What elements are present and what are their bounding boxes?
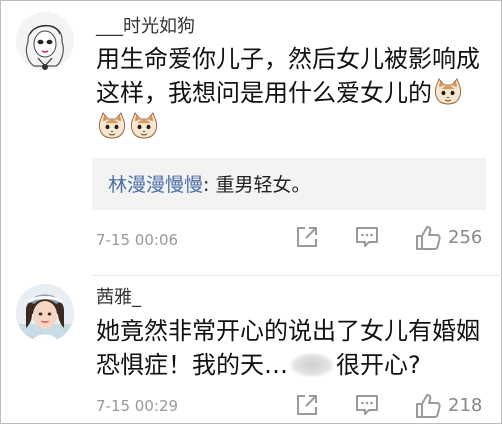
share-icon[interactable] [294, 224, 320, 250]
comment-icon[interactable] [354, 224, 380, 250]
timestamp: 7-15 00:29 [96, 397, 179, 415]
reply-preview[interactable]: 林漫漫慢慢: 重男轻女。 [92, 158, 486, 210]
comment-text: 用生命爱你儿子，然后女儿被影响成 这样，我想问是用什么爱女儿的 [96, 42, 488, 144]
reply-author[interactable]: 林漫漫慢慢 [108, 174, 203, 196]
comment-line: 这样，我想问是用什么爱女儿的 [96, 76, 488, 110]
comment-item: 茜雅_ 她竟然非常开心的说出了女儿有婚姻 恐惧症！我的天… 很开心? 7-15 0… [0, 276, 502, 424]
comment-line: 恐惧症！我的天… 很开心? [96, 348, 488, 382]
share-icon[interactable] [294, 392, 320, 418]
emoji-row [96, 110, 488, 144]
avatar[interactable] [16, 284, 74, 342]
username[interactable]: ___时光如狗 [96, 12, 195, 38]
comment-line: 她竟然非常开心的说出了女儿有婚姻 [96, 317, 480, 345]
photo-girl-avatar-icon [16, 284, 74, 342]
reply-body: : 重男轻女。 [203, 174, 311, 196]
username[interactable]: 茜雅_ [96, 283, 141, 309]
avatar[interactable] [16, 12, 74, 70]
blurred-text [290, 353, 334, 377]
like-count: 218 [448, 395, 483, 416]
cat-face-emoji-icon [98, 112, 126, 139]
comment-line-text: 这样，我想问是用什么爱女儿的 [96, 79, 432, 107]
like-button[interactable]: 218 [414, 392, 496, 420]
reply-text: 林漫漫慢慢: 重男轻女。 [108, 170, 310, 197]
comment-item: ___时光如狗 用生命爱你儿子，然后女儿被影响成 这样，我想问是用什么爱女儿的 [0, 0, 502, 276]
comment-line-text: 恐惧症！我的天… [96, 351, 288, 379]
like-button[interactable]: 256 [414, 224, 496, 252]
cat-face-emoji-icon [130, 112, 158, 139]
thumbs-up-icon [416, 394, 441, 418]
comment-line: 用生命爱你儿子，然后女儿被影响成 [96, 45, 480, 73]
comment-icon[interactable] [354, 392, 380, 418]
comment-line-text: 很开心? [336, 351, 421, 379]
like-count: 256 [448, 227, 483, 248]
comment-text: 她竟然非常开心的说出了女儿有婚姻 恐惧症！我的天… 很开心? [96, 314, 488, 382]
thumbs-up-icon [416, 226, 441, 250]
timestamp: 7-15 00:06 [96, 231, 179, 249]
cat-face-emoji-icon [434, 78, 462, 105]
sketch-girl-avatar-icon [16, 12, 74, 70]
